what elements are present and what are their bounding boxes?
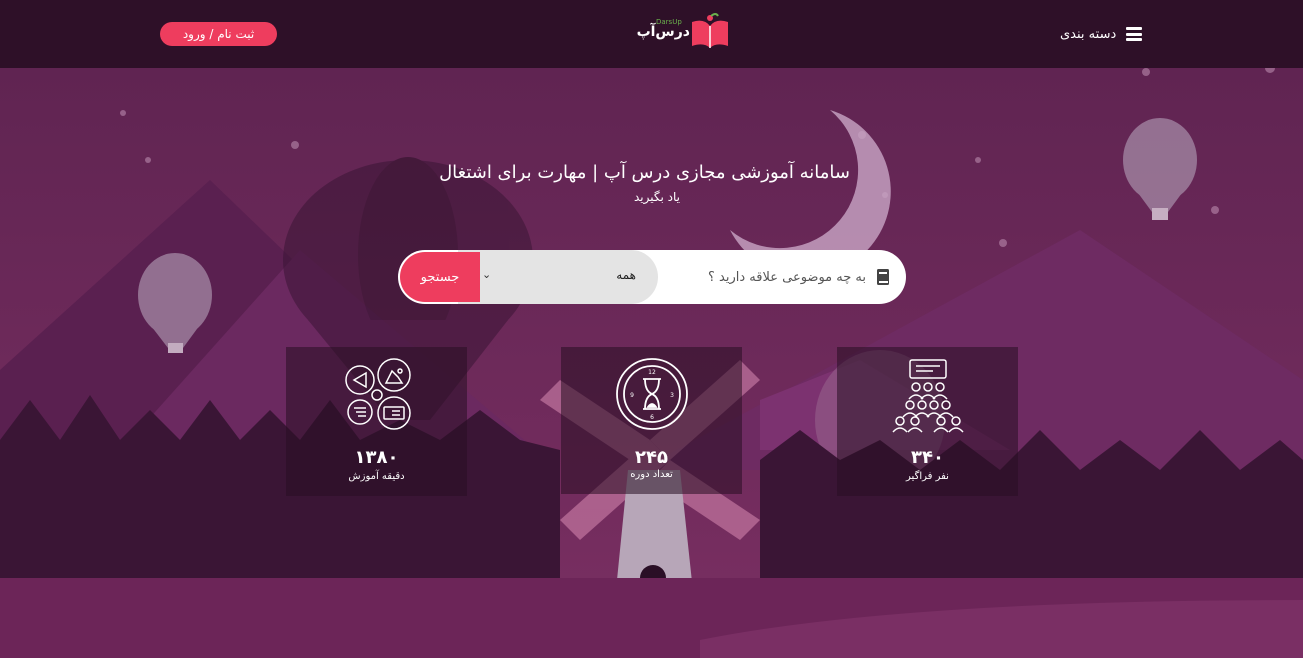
top-navigation-bar: ثبت نام / ورود درس‌آپ DarsUp دسته بندی [0,0,1303,68]
svg-text:6: 6 [650,414,654,421]
category-menu-button[interactable]: دسته بندی [1060,24,1143,44]
svg-text:12: 12 [648,369,656,376]
svg-text:3: 3 [670,392,674,399]
category-menu-label: دسته بندی [1060,26,1117,42]
hamburger-menu-icon [1126,27,1143,41]
site-logo[interactable]: درس‌آپ DarsUp [634,12,734,52]
search-input[interactable] [668,260,866,294]
stat-value: ۳۴۰ [911,447,944,468]
stat-value: ۱۳۸۰ [354,447,399,468]
search-button[interactable]: جستجو [400,252,480,302]
stat-label: تعداد دوره [630,469,673,480]
svg-text:9: 9 [630,392,634,399]
chevron-down-icon: ⌄ [482,268,492,281]
search-bar: ⌄ همه جستجو [398,250,906,304]
hero-subtitle: یاد بگیرید [633,190,680,204]
register-login-button[interactable]: ثبت نام / ورود [160,22,277,46]
audience-icon [891,359,964,433]
hero-title: سامانه آموزشی مجازی درس آپ | مهارت برای … [439,162,850,183]
hero-background-illustration [0,0,1303,658]
book-icon [877,269,889,285]
stat-label: نفر فراگیر [906,471,949,482]
category-select[interactable]: ⌄ همه [458,250,658,304]
stat-value: ۲۴۵ [635,447,668,468]
stat-card-courses: 12 3 6 9 ۲۴۵ تعداد دوره [561,347,742,494]
category-select-value: همه [616,268,636,282]
stat-card-minutes: ۱۳۸۰ دقیقه آموزش [286,347,467,496]
stat-card-learners: ۳۴۰ نفر فراگیر [837,347,1018,496]
logo-text: درس‌آپ [636,24,690,40]
stat-label: دقیقه آموزش [348,471,405,482]
hourglass-clock-icon: 12 3 6 9 [615,358,688,430]
media-icon [344,358,411,430]
logo-subtext: DarsUp [656,18,682,26]
